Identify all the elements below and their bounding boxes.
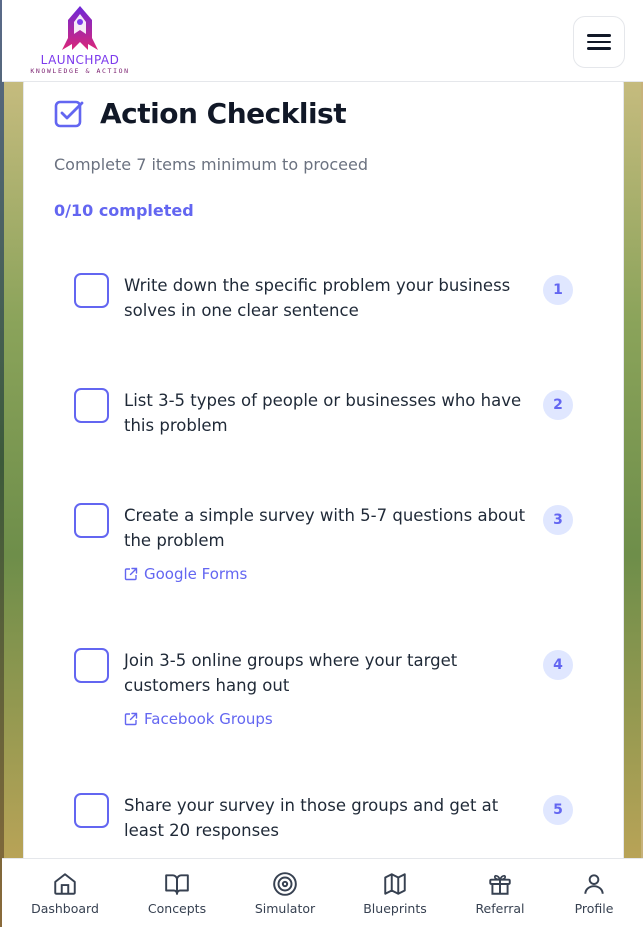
nav-label: Concepts [147, 901, 207, 916]
checkbox-checked-icon [54, 100, 84, 127]
item-checkbox[interactable] [74, 273, 109, 308]
menu-button[interactable] [573, 16, 625, 68]
nav-concepts[interactable]: Concepts [132, 871, 222, 916]
user-icon [584, 874, 604, 894]
home-icon [54, 873, 76, 895]
nav-profile[interactable]: Profile [549, 871, 639, 916]
gift-icon [489, 874, 511, 895]
nav-label: Profile [574, 901, 614, 916]
app-page: LAUNCHPAD KNOWLEDGE & ACTION Action Chec… [0, 0, 643, 927]
nav-label: Referral [475, 901, 525, 916]
item-number-badge: 5 [543, 795, 573, 825]
action-checklist-card: Action Checklist Complete 7 items minimu… [23, 70, 624, 900]
progress-text: 0/10 completed [54, 201, 194, 220]
item-number-badge: 2 [543, 390, 573, 420]
logo-title: LAUNCHPAD [40, 53, 120, 67]
item-checkbox[interactable] [74, 503, 109, 538]
page-title: Action Checklist [100, 97, 347, 130]
item-text: Write down the specific problem your bus… [124, 276, 511, 320]
background-edge [0, 0, 4, 927]
checklist-subtitle: Complete 7 items minimum to proceed [54, 155, 369, 174]
target-icon [273, 872, 297, 896]
nav-label: Dashboard [31, 901, 99, 916]
nav-dashboard[interactable]: Dashboard [20, 871, 110, 916]
item-number-badge: 1 [543, 275, 573, 305]
nav-label: Blueprints [363, 901, 427, 916]
item-text: Create a simple survey with 5-7 question… [124, 506, 526, 550]
item-checkbox[interactable] [74, 793, 109, 828]
map-icon [384, 873, 406, 895]
card-header: Action Checklist [54, 97, 347, 130]
nav-referral[interactable]: Referral [455, 871, 545, 916]
item-number-badge: 3 [543, 505, 573, 535]
nav-simulator[interactable]: Simulator [240, 871, 330, 916]
item-number-badge: 4 [543, 650, 573, 680]
item-checkbox[interactable] [74, 648, 109, 683]
item-text: List 3-5 types of people or businesses w… [124, 391, 522, 435]
facebook-groups-link[interactable]: Facebook Groups [124, 710, 273, 728]
external-link-icon [124, 712, 138, 726]
book-icon [165, 874, 189, 895]
nav-blueprints[interactable]: Blueprints [350, 871, 440, 916]
item-text: Share your survey in those groups and ge… [124, 796, 499, 840]
link-label: Google Forms [144, 565, 248, 583]
bottom-navigation: Dashboard Concepts Simulator Blueprints [2, 858, 643, 927]
hamburger-icon [587, 30, 611, 54]
rocket-logo-icon [62, 6, 98, 50]
item-text: Join 3-5 online groups where your target… [124, 651, 458, 695]
link-label: Facebook Groups [144, 710, 273, 728]
google-forms-link[interactable]: Google Forms [124, 565, 247, 583]
external-link-icon [124, 567, 138, 581]
top-header: LAUNCHPAD KNOWLEDGE & ACTION [2, 0, 643, 82]
nav-label: Simulator [254, 901, 316, 916]
item-checkbox[interactable] [74, 388, 109, 423]
logo-subtitle: KNOWLEDGE & ACTION [30, 67, 130, 75]
launchpad-logo[interactable]: LAUNCHPAD KNOWLEDGE & ACTION [24, 4, 136, 78]
